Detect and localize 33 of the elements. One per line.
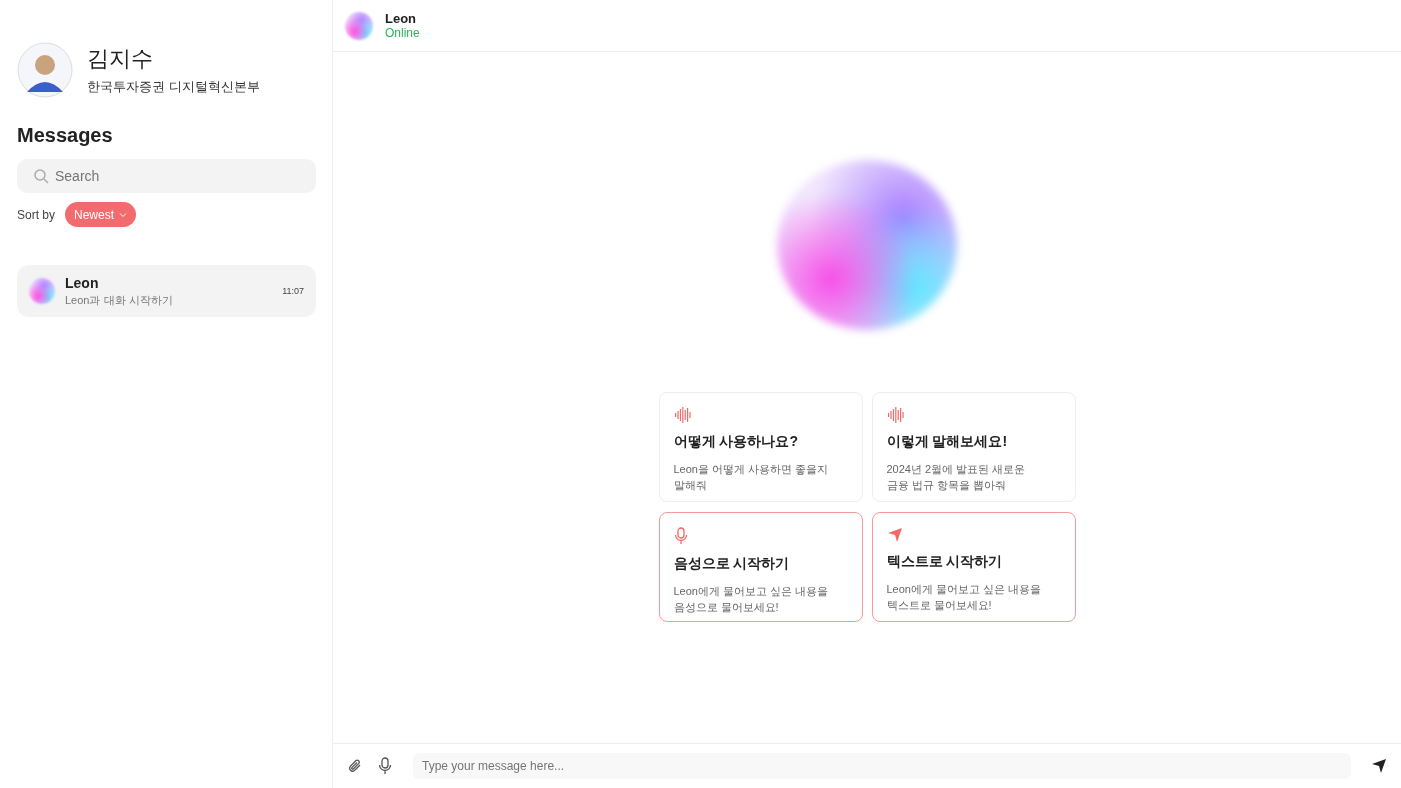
conversation-preview: Leon과 대화 시작하기 — [65, 292, 174, 308]
conversation-name: Leon — [65, 274, 100, 291]
microphone-icon — [673, 527, 688, 545]
suggestion-card[interactable]: 음성으로 시작하기 Leon에게 물어보고 싶은 내용을 음성으로 물어보세요! — [658, 512, 863, 622]
card-title: 음성으로 시작하기 — [673, 555, 791, 573]
waveform-icon — [673, 407, 692, 423]
chat-name: Leon — [385, 11, 418, 26]
message-input[interactable]: Type your message here... — [413, 753, 1351, 779]
card-title: 텍스트로 시작하기 — [886, 553, 1004, 571]
suggestion-card[interactable]: 이렇게 말해보세요! 2024년 2월에 발표된 새로운 금융 법규 항목을 뽑아줘 — [871, 392, 1076, 502]
card-title: 이렇게 말해보세요! — [886, 433, 1009, 451]
suggestion-card[interactable]: 텍스트로 시작하기 Leon에게 물어보고 싶은 내용을 텍스트로 물어보세요! — [871, 512, 1076, 622]
conversation-time: 11:07 — [282, 286, 304, 296]
card-title: 어떻게 사용하나요? — [673, 433, 799, 451]
profile-department: 한국투자증권 디지털혁신본부 — [87, 78, 260, 96]
card-description: Leon을 어떻게 사용하면 좋을지 말해줘 — [673, 462, 830, 493]
orb-avatar-icon — [345, 11, 373, 40]
avatar-silhouette — [17, 42, 73, 98]
caret-icon — [119, 211, 128, 218]
orb-avatar-icon — [29, 278, 55, 304]
conversation-item[interactable]: Leon Leon과 대화 시작하기 11:07 — [17, 265, 316, 317]
card-description: Leon에게 물어보고 싶은 내용을 음성으로 물어보세요! — [673, 584, 830, 615]
chat-status: Online — [385, 26, 420, 40]
sort-label: Sort by — [17, 207, 55, 222]
card-description: Leon에게 물어보고 싶은 내용을 텍스트로 물어보세요! — [886, 582, 1043, 613]
search-field[interactable]: Search — [17, 159, 316, 193]
waveform-icon — [886, 407, 905, 423]
search-icon — [33, 168, 49, 184]
messages-title: Messages — [17, 124, 114, 147]
send-icon — [886, 527, 903, 543]
card-description: 2024년 2월에 발표된 새로운 금융 법규 항목을 뽑아줘 — [886, 462, 1027, 493]
suggestion-card[interactable]: 어떻게 사용하나요? Leon을 어떻게 사용하면 좋을지 말해줘 — [658, 392, 863, 502]
profile-name: 김지수 — [87, 45, 154, 73]
